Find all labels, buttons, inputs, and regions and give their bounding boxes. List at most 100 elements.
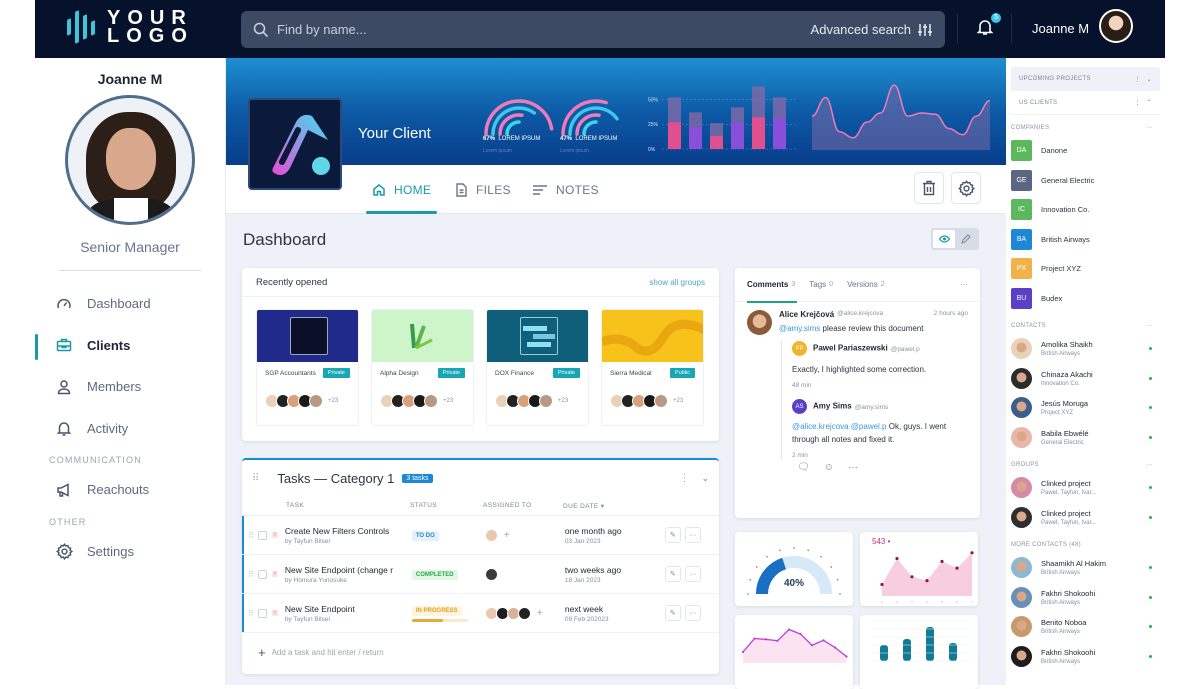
emoji-icon[interactable]: ☺	[824, 462, 834, 473]
edit-mode-button[interactable]	[955, 230, 977, 248]
task-checkbox[interactable]	[257, 608, 267, 618]
assignees: +	[484, 528, 565, 542]
tab-tags[interactable]: Tags 0	[809, 268, 833, 302]
contact-item[interactable]: Fakhri Shokoohi British Airways	[1006, 583, 1165, 613]
task-title[interactable]: New Site Endpoint	[285, 604, 412, 614]
more-button[interactable]: ···	[684, 605, 701, 621]
column-assigned[interactable]: ASSIGNED TO	[483, 502, 563, 509]
more-icon[interactable]: ···	[848, 462, 858, 473]
bar-widget	[860, 615, 978, 689]
tab-notes[interactable]: NOTES	[532, 165, 599, 214]
reply-icon[interactable]: 🗨	[797, 462, 810, 473]
add-task-input[interactable]	[271, 647, 572, 657]
company-item[interactable]: GE General Electric	[1006, 166, 1165, 196]
table-row[interactable]: ⠿ ↑ Create New Filters Controls by Tayfun B…	[242, 516, 719, 555]
contact-item[interactable]: Babila Ebwélé General Electric	[1006, 423, 1165, 453]
tab-comments[interactable]: Comments 3	[747, 268, 798, 303]
reply-author[interactable]: Amy Sims	[813, 402, 852, 411]
drag-handle-icon[interactable]: ⠿	[248, 531, 254, 540]
mention-link[interactable]: @amy.sims	[779, 324, 820, 333]
contact-item[interactable]: Chinaza Akachi Innovation Co.	[1006, 364, 1165, 394]
add-assignee-icon[interactable]: +	[537, 608, 543, 619]
task-checkbox[interactable]	[257, 530, 267, 540]
client-logo[interactable]	[248, 98, 342, 190]
drag-handle-icon[interactable]: ⠿	[248, 609, 254, 618]
company-item[interactable]: BA British Airways	[1006, 225, 1165, 255]
tab-files[interactable]: FILES	[455, 165, 511, 214]
upcoming-projects-header[interactable]: UPCOMING PROJECTS ⋮ ⌄	[1011, 67, 1160, 91]
tab-versions[interactable]: Versions 2	[847, 268, 885, 302]
column-task[interactable]: TASK	[242, 502, 410, 509]
table-row[interactable]: ⠿ ↑ New Site Endpoint by Tayfun Bilsel IN PR…	[242, 594, 719, 633]
task-title[interactable]: New Site Endpoint (change r	[285, 565, 412, 575]
mention-link[interactable]: @alice.krejcova @pawel.p	[792, 422, 887, 431]
sidebar-item-reachouts[interactable]: Reachouts	[35, 469, 225, 511]
avatar[interactable]: AS	[792, 399, 807, 414]
group-tile[interactable]: DOX Finance Private +23	[486, 309, 589, 426]
company-item[interactable]: DA Danone	[1006, 136, 1165, 166]
advanced-search-button[interactable]: Advanced search	[811, 22, 933, 38]
more-options-icon[interactable]: ···	[960, 280, 968, 289]
reply-author[interactable]: Pawel Pariaszewski	[813, 344, 888, 353]
comment-author[interactable]: Alice Krejčová	[779, 310, 834, 319]
sidebar-item-members[interactable]: Members	[35, 366, 225, 408]
sidebar-item-clients[interactable]: Clients	[35, 325, 225, 367]
add-assignee-icon[interactable]: +	[504, 530, 510, 541]
contact-item[interactable]: Jesús Moruga Project XYZ	[1006, 393, 1165, 423]
company-item[interactable]: BU Budex	[1006, 284, 1165, 314]
drag-handle-icon[interactable]: ⠿	[248, 570, 254, 579]
search-input[interactable]	[277, 22, 811, 37]
contact-item[interactable]: Amolika Shaikh British Airways	[1006, 334, 1165, 364]
status-badge[interactable]: TO DO	[411, 531, 439, 541]
group-tile[interactable]: SGP Accountants Private +23	[256, 309, 359, 426]
group-tile[interactable]: Sierra Medical Public +23	[601, 309, 704, 426]
more-button[interactable]: ···	[684, 566, 701, 582]
contact-item[interactable]: Clinked project Pawel, Tayfun, Ivar...	[1006, 473, 1165, 503]
avatar[interactable]	[517, 606, 531, 620]
task-title[interactable]: Create New Filters Controls	[285, 526, 412, 536]
column-due-date[interactable]: DUE DATE ▾	[563, 502, 663, 510]
status-badge[interactable]: IN PROGRESS	[411, 606, 462, 616]
avatar[interactable]	[747, 310, 772, 335]
kebab-menu-icon[interactable]: ⋮	[679, 473, 689, 484]
avatar[interactable]	[484, 567, 498, 581]
tab-home[interactable]: HOME	[365, 165, 438, 214]
hero-gauges	[484, 99, 619, 136]
group-tile[interactable]: Alpha Design Private +23	[371, 309, 474, 426]
contact-item[interactable]: Fakhri Shokoohi British Airways	[1006, 642, 1165, 672]
contact-item[interactable]: Clinked project Pawel, Tayfun, Ivar...	[1006, 503, 1165, 533]
us-clients-header[interactable]: US CLIENTS ⋮ ⌃	[1011, 91, 1160, 115]
notifications-button[interactable]: 5	[975, 13, 1001, 39]
more-icon[interactable]: ···	[1146, 125, 1153, 131]
chevron-down-icon[interactable]: ⌄	[701, 473, 709, 484]
edit-button[interactable]: ✎	[664, 527, 681, 543]
user-name[interactable]: Joanne M	[1032, 21, 1089, 36]
edit-button[interactable]: ✎	[664, 605, 681, 621]
more-button[interactable]: ···	[684, 527, 701, 543]
profile-avatar[interactable]	[65, 95, 195, 225]
company-item[interactable]: PX Project XYZ	[1006, 254, 1165, 284]
delete-button[interactable]	[914, 172, 944, 204]
show-all-groups-link[interactable]: show all groups	[649, 278, 705, 287]
sidebar-item-settings[interactable]: Settings	[35, 531, 225, 573]
task-checkbox[interactable]	[257, 569, 267, 579]
avatar[interactable]: PP	[792, 341, 807, 356]
column-status[interactable]: STATUS	[410, 502, 483, 509]
sidebar-item-activity[interactable]: Activity	[35, 408, 225, 450]
contact-item[interactable]: Shaamikh Al Hakim British Airways	[1006, 553, 1165, 583]
table-row[interactable]: ⠿ ↑ New Site Endpoint (change r by Homura Y…	[242, 555, 719, 594]
contact-item[interactable]: Benito Noboa British Airways	[1006, 612, 1165, 642]
sidebar-item-dashboard[interactable]: Dashboard	[35, 283, 225, 325]
more-icon[interactable]: ···	[1146, 462, 1153, 468]
plus-icon[interactable]: +	[258, 645, 266, 660]
view-mode-button[interactable]	[933, 230, 955, 248]
more-icon[interactable]: ···	[1146, 323, 1153, 329]
settings-button[interactable]	[951, 172, 981, 204]
edit-button[interactable]: ✎	[664, 566, 681, 582]
company-item[interactable]: IC Innovation Co.	[1006, 195, 1165, 225]
status-badge[interactable]: COMPLETED	[411, 570, 458, 580]
logo[interactable]: YOUR LOGO	[67, 8, 194, 46]
drag-handle-icon[interactable]: ⠿	[252, 473, 259, 484]
avatar[interactable]	[484, 528, 498, 542]
user-avatar[interactable]	[1099, 9, 1133, 43]
